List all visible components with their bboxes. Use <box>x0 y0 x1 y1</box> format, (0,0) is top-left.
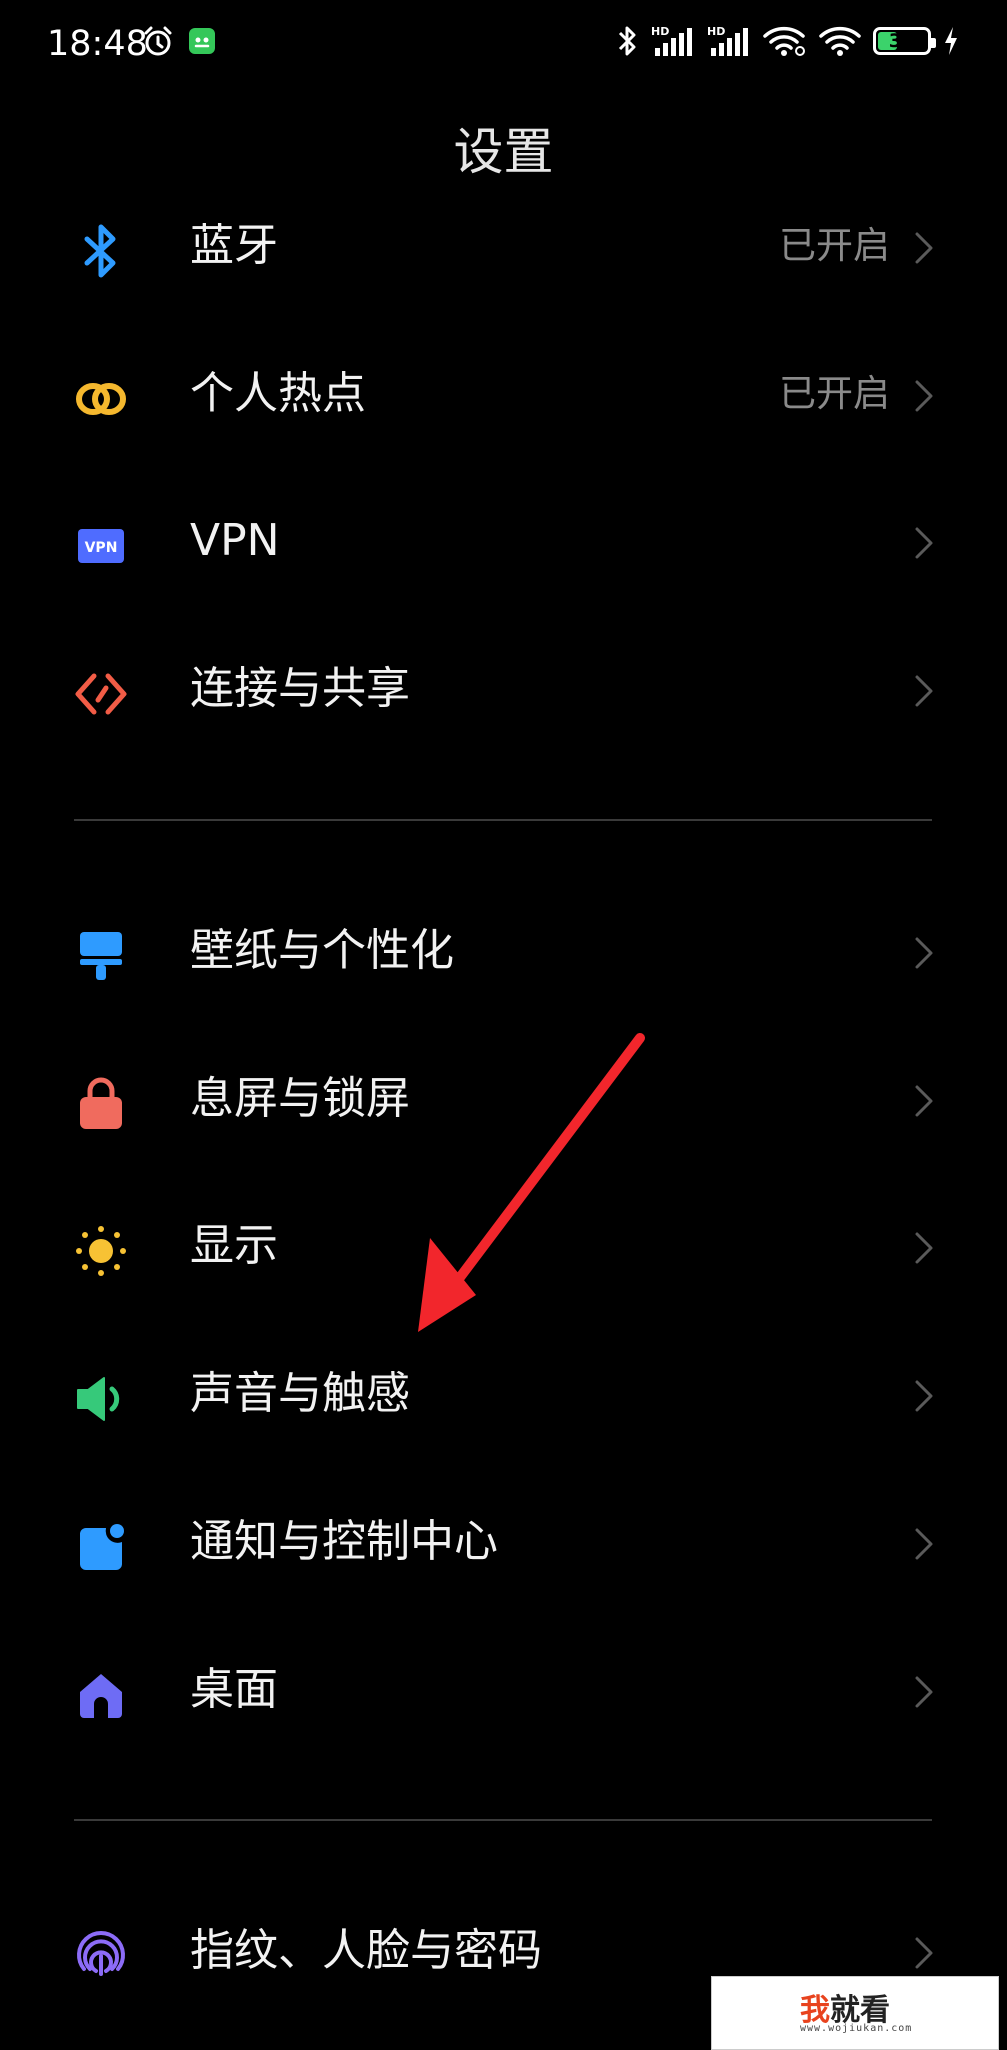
watermark-logo: 我就看 www.wojiukan.com <box>711 1976 999 2050</box>
watermark-url: www.wojiukan.com <box>800 2023 913 2034</box>
annotation-arrow <box>418 1033 645 1332</box>
